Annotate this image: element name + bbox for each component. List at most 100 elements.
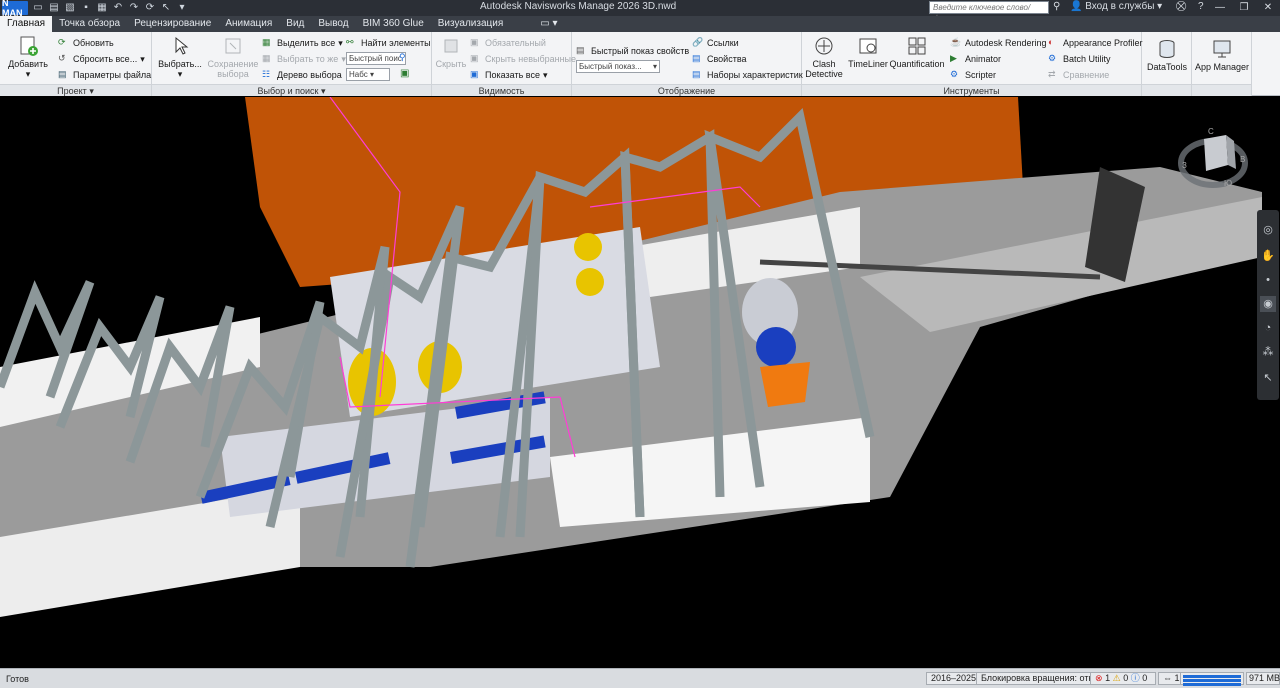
quick-properties-button[interactable]: ▤ Быстрый показ свойств	[576, 44, 689, 58]
rotation-lock-toggle[interactable]: Блокировка вращения: откл.	[976, 672, 1106, 685]
cart-icon[interactable]: ⛒	[1176, 1, 1186, 12]
viewcube-letter-west: З	[1182, 161, 1187, 170]
hide-button[interactable]: Скрыть	[434, 35, 468, 69]
walk-icon[interactable]: ⁂	[1260, 344, 1276, 360]
select-all-icon: ▦	[262, 37, 271, 47]
undo-icon[interactable]: ↶	[112, 2, 124, 14]
select-nav-icon[interactable]: ↖	[1260, 370, 1276, 386]
panel-title-display[interactable]: Отображение	[572, 84, 801, 96]
refresh-icon[interactable]: ⟳	[144, 2, 156, 14]
hide-unselected-button[interactable]: ▣ Скрыть невыбранные	[470, 52, 576, 66]
window-title: Autodesk Navisworks Manage 2026 3D.nwd	[480, 1, 677, 12]
animator-button[interactable]: ▶ Animator	[950, 52, 1001, 66]
properties-button[interactable]: ▤ Свойства	[692, 52, 747, 66]
memory-usage: 971 MB	[1246, 672, 1280, 685]
reset-all-button[interactable]: ↺ Сбросить все... ▾	[58, 52, 145, 66]
link-icon: 🔗	[692, 37, 704, 47]
help-icon[interactable]: ?	[1198, 1, 1204, 12]
file-options-icon: ▤	[58, 69, 67, 79]
links-button[interactable]: 🔗 Ссылки	[692, 36, 739, 50]
property-sets-icon: ▤	[692, 69, 701, 79]
select-all-button[interactable]: ▦ Выделить все ▾	[262, 36, 343, 50]
tab-render[interactable]: Визуализация	[431, 16, 510, 32]
tab-bim360[interactable]: BIM 360 Glue	[356, 16, 431, 32]
datatools-button[interactable]: DataTools	[1144, 38, 1190, 72]
search-icon[interactable]: ⚲	[1053, 1, 1060, 12]
panel-title-visibility[interactable]: Видимость	[432, 84, 571, 96]
ribbon-minimize-icon[interactable]: ▭ ▾	[540, 16, 557, 32]
panel-visibility: Скрыть ▣ Обязательный ▣ Скрыть невыбранные…	[432, 32, 576, 96]
appearance-profiler-icon: ◐	[1048, 37, 1054, 47]
tab-home[interactable]: Главная	[0, 16, 53, 32]
panel-title-tools[interactable]: Инструменты	[802, 84, 1141, 96]
autodesk-rendering-button[interactable]: ☕ Autodesk Rendering	[950, 36, 1047, 50]
tab-output[interactable]: Вывод	[311, 16, 355, 32]
panel-title-select-search[interactable]: Выбор и поиск ▾	[152, 84, 431, 96]
quick-properties-dropdown[interactable]: Быстрый показ... ▾	[576, 60, 660, 73]
message-counts[interactable]: ⊗ 1 ⚠ 0 ⓘ 0	[1090, 672, 1156, 685]
batch-utility-icon: ⚙	[1048, 53, 1057, 63]
manage-sets-icon[interactable]: ▣	[400, 68, 409, 79]
new-icon[interactable]: ▭	[32, 2, 44, 14]
cursor-icon	[175, 36, 189, 55]
file-options-button[interactable]: ▤ Параметры файла	[58, 68, 151, 82]
add-file-icon	[20, 36, 38, 56]
tab-animation[interactable]: Анимация	[218, 16, 279, 32]
viewcube[interactable]: С З Ю В	[1178, 125, 1248, 195]
refresh-button[interactable]: ⟳ Обновить	[58, 36, 114, 50]
animator-icon: ▶	[950, 53, 957, 63]
required-button[interactable]: ▣ Обязательный	[470, 36, 546, 50]
tab-review[interactable]: Рецензирование	[127, 16, 218, 32]
viewcube-letter-north: С	[1208, 127, 1214, 136]
sets-dropdown[interactable]: Набс ▾	[346, 68, 390, 81]
save-selection-button[interactable]: Сохранение выбора	[206, 35, 260, 79]
panel-title-project[interactable]: Проект ▾	[0, 84, 151, 96]
selection-tree-button[interactable]: ☷ Дерево выбора	[262, 68, 342, 82]
property-sets-button[interactable]: ▤ Наборы характеристик	[692, 68, 803, 82]
signin-link[interactable]: 👤 Вход в службы ▾	[1070, 1, 1162, 12]
minimize-icon[interactable]: —	[1208, 0, 1232, 16]
add-button[interactable]: Добавить ▾	[6, 35, 50, 79]
3d-viewport[interactable]: С З Ю В	[0, 97, 1280, 668]
pan-icon[interactable]: ✋	[1260, 248, 1276, 264]
clash-icon	[815, 37, 833, 55]
close-icon[interactable]: ✕	[1256, 0, 1280, 16]
app-logo[interactable]: N MAN	[2, 0, 28, 18]
compare-button[interactable]: ⇄ Сравнение	[1048, 68, 1109, 82]
look-icon[interactable]: ◔	[1260, 320, 1276, 336]
page-number: 1	[1174, 673, 1180, 683]
quantification-button[interactable]: Quantification	[888, 35, 946, 69]
open-icon[interactable]: ▤	[48, 2, 60, 14]
clash-label-2: Detective	[805, 69, 843, 79]
orbit-icon[interactable]: ◉	[1260, 296, 1276, 312]
print-icon[interactable]: ▦	[96, 2, 108, 14]
scripter-button[interactable]: ⚙ Scripter	[950, 68, 996, 82]
quick-find-icon[interactable]: ⚲	[399, 52, 406, 63]
select-icon[interactable]: ↖	[160, 2, 172, 14]
folder-icon[interactable]: ▧	[64, 2, 76, 14]
select-same-label: Выбрать то же	[277, 54, 339, 64]
save-icon[interactable]: ▪	[80, 2, 92, 14]
model-scene	[0, 97, 1262, 617]
select-button[interactable]: Выбрать... ▾	[158, 35, 202, 79]
zoom-icon[interactable]: •	[1260, 272, 1276, 288]
find-items-button[interactable]: ⚯ Найти элементы	[346, 36, 431, 50]
customize-icon[interactable]: ▾	[176, 2, 188, 14]
clash-detective-button[interactable]: Clash Detective	[804, 35, 844, 79]
compare-label: Сравнение	[1063, 70, 1110, 80]
show-all-button[interactable]: ▣ Показать все ▾	[470, 68, 547, 82]
restore-icon[interactable]: ❐	[1232, 0, 1256, 16]
timeliner-button[interactable]: TimeLiner	[846, 35, 890, 69]
steering-wheel-icon[interactable]: ◎	[1260, 222, 1276, 238]
tab-view[interactable]: Вид	[279, 16, 311, 32]
warning-icon: ⚠	[1112, 673, 1121, 683]
redo-icon[interactable]: ↷	[128, 2, 140, 14]
app-manager-button[interactable]: App Manager	[1194, 38, 1250, 72]
batch-utility-button[interactable]: ⚙ Batch Utility	[1048, 52, 1111, 66]
help-search-input[interactable]: Введите ключевое слово/фразу	[929, 1, 1049, 23]
tab-viewpoint[interactable]: Точка обзора	[52, 16, 127, 32]
quick-find-input[interactable]: Быстрый поис	[346, 52, 406, 65]
timeliner-icon	[859, 38, 877, 54]
appearance-profiler-button[interactable]: ◐ Appearance Profiler	[1048, 36, 1143, 50]
select-same-button[interactable]: ▦ Выбрать то же ▾	[262, 52, 346, 66]
